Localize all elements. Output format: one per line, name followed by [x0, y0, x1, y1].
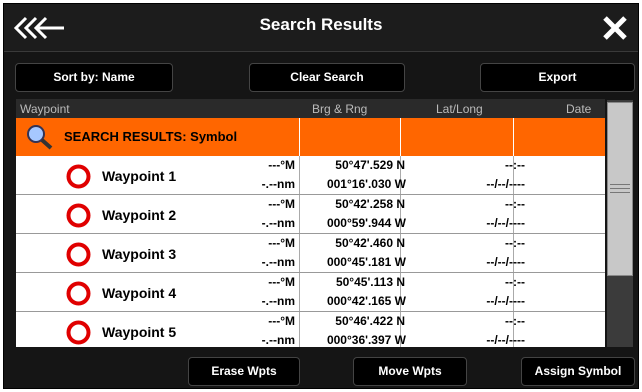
search-results-dialog: Search Results Sort by: Name Clear Searc… [3, 3, 639, 389]
close-icon[interactable] [602, 15, 628, 41]
time: --:-- [505, 158, 525, 172]
table-row[interactable]: Waypoint 5 ---°M -.--nm 50°46'.422 N 000… [16, 312, 605, 347]
waypoint-icon [66, 164, 91, 189]
results-table: Waypoint Brg & Rng Lat/Long Date SEARCH … [16, 99, 605, 347]
time: --:-- [505, 236, 525, 250]
waypoint-name: Waypoint 3 [102, 246, 177, 262]
waypoint-icon [66, 203, 91, 228]
title-bar: Search Results [4, 4, 638, 52]
search-results-group-row: SEARCH RESULTS: Symbol [16, 118, 605, 156]
table-row[interactable]: Waypoint 4 ---°M -.--nm 50°45'.113 N 000… [16, 273, 605, 312]
table-row[interactable]: Waypoint 1 ---°M -.--nm 50°47'.529 N 001… [16, 156, 605, 195]
date: --/--/---- [486, 255, 525, 269]
waypoint-name: Waypoint 5 [102, 324, 177, 340]
waypoint-icon [66, 242, 91, 267]
longitude: 000°59'.944 W [326, 216, 406, 230]
group-label: SEARCH RESULTS: Symbol [64, 129, 238, 144]
range: -.--nm [261, 294, 295, 308]
scroll-grip-icon [610, 188, 630, 189]
export-button[interactable]: Export [480, 63, 635, 92]
longitude: 000°42'.165 W [326, 294, 406, 308]
longitude: 001°16'.030 W [326, 177, 406, 191]
date: --/--/---- [486, 177, 525, 191]
waypoint-name: Waypoint 1 [102, 168, 177, 184]
date: --/--/---- [486, 294, 525, 308]
time: --:-- [505, 275, 525, 289]
waypoint-icon [66, 320, 91, 345]
time: --:-- [505, 197, 525, 211]
latitude: 50°46'.422 N [335, 314, 405, 328]
erase-waypoints-button[interactable]: Erase Wpts [188, 357, 300, 386]
scrollbar-thumb[interactable] [607, 102, 633, 276]
magnifier-search-icon [27, 125, 53, 150]
table-row[interactable]: Waypoint 3 ---°M -.--nm 50°42'.460 N 000… [16, 234, 605, 273]
move-waypoints-button[interactable]: Move Wpts [353, 357, 467, 386]
col-waypoint: Waypoint [20, 102, 70, 116]
longitude: 000°45'.181 W [326, 255, 406, 269]
latitude: 50°47'.529 N [335, 158, 405, 172]
range: -.--nm [261, 216, 295, 230]
assign-symbol-button[interactable]: Assign Symbol [521, 357, 635, 386]
latitude: 50°42'.258 N [335, 197, 405, 211]
col-lat-long: Lat/Long [436, 102, 483, 116]
range: -.--nm [261, 333, 295, 347]
waypoint-icon [66, 281, 91, 306]
time: --:-- [505, 314, 525, 328]
clear-search-button[interactable]: Clear Search [249, 63, 405, 92]
bearing: ---°M [268, 275, 295, 289]
range: -.--nm [261, 177, 295, 191]
date: --/--/---- [486, 216, 525, 230]
range: -.--nm [261, 255, 295, 269]
dialog-title: Search Results [259, 15, 383, 34]
bearing: ---°M [268, 197, 295, 211]
scroll-grip-icon [610, 184, 630, 185]
latitude: 50°45'.113 N [335, 275, 405, 289]
table-header: Waypoint Brg & Rng Lat/Long Date [16, 99, 605, 118]
bearing: ---°M [268, 314, 295, 328]
sort-by-button[interactable]: Sort by: Name [15, 63, 173, 92]
waypoint-name: Waypoint 4 [102, 285, 177, 301]
col-date: Date [566, 102, 592, 116]
bearing: ---°M [268, 236, 295, 250]
longitude: 000°36'.397 W [326, 333, 406, 347]
waypoint-name: Waypoint 2 [102, 207, 177, 223]
table-row[interactable]: Waypoint 2 ---°M -.--nm 50°42'.258 N 000… [16, 195, 605, 234]
date: --/--/---- [486, 333, 525, 347]
bearing: ---°M [268, 158, 295, 172]
col-brg-rng: Brg & Rng [312, 102, 368, 116]
latitude: 50°42'.460 N [335, 236, 405, 250]
scroll-grip-icon [610, 192, 630, 193]
